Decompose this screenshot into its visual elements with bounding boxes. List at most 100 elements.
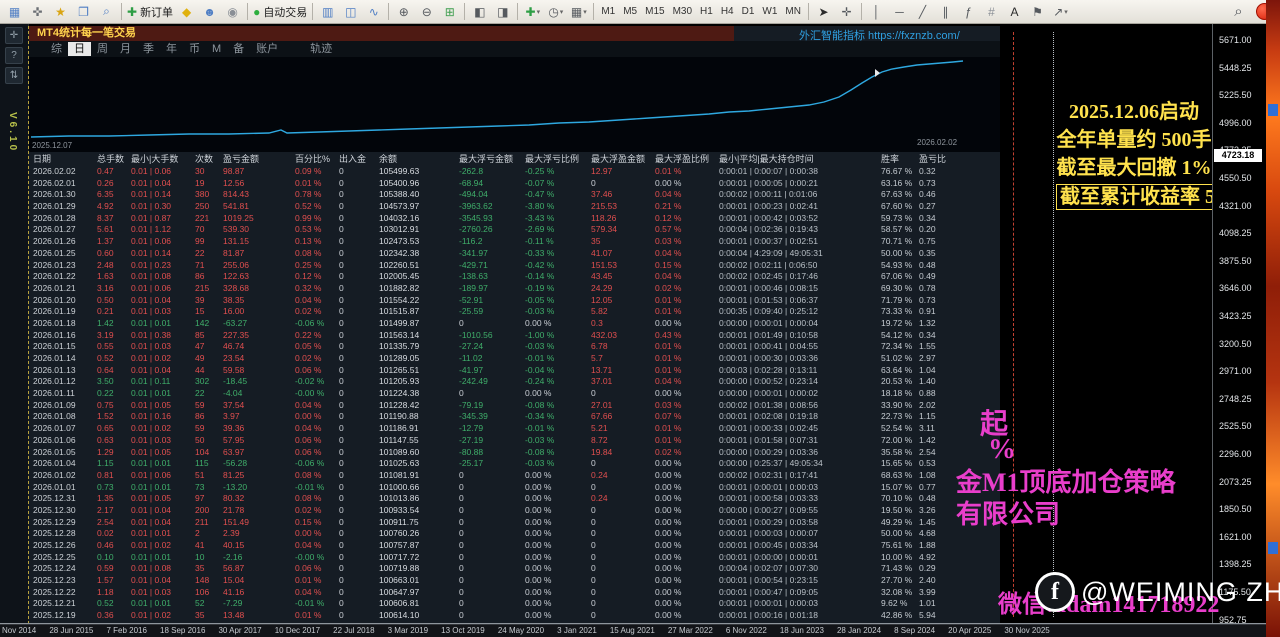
tile-windows-icon[interactable]: ⊞: [438, 2, 461, 22]
cell: -494.04: [459, 189, 525, 201]
chart-profiles-icon[interactable]: ✜: [26, 2, 49, 22]
templates-menu-button[interactable]: ▦▾: [567, 2, 590, 22]
autotrading-button[interactable]: ●自动交易: [251, 2, 309, 22]
alerts-icon[interactable]: ◉: [221, 2, 244, 22]
tab-轨迹[interactable]: 轨迹: [304, 42, 338, 56]
cell: 100614.10: [379, 610, 459, 622]
cell: 380: [195, 189, 223, 201]
cell: -0.24 %: [525, 376, 591, 388]
arrows-tool-button[interactable]: ↗▾: [1049, 2, 1072, 22]
cell: 0.78: [919, 283, 959, 295]
cell: 35: [195, 610, 223, 622]
chart-marker-icon: [875, 69, 880, 77]
fibonacci-tool-icon[interactable]: ƒ: [957, 2, 980, 22]
cell: 44: [195, 365, 223, 377]
data-window-icon[interactable]: ⌕: [95, 2, 118, 22]
cell: 70.10 %: [881, 493, 919, 505]
move-panel-icon[interactable]: ✛: [5, 27, 23, 44]
tab-币[interactable]: 币: [183, 42, 206, 56]
channel-tool-icon[interactable]: ∥: [934, 2, 957, 22]
table-row: 2026.01.294.920.01 | 0.30250541.810.52 %…: [29, 201, 1001, 213]
timeframe-w1[interactable]: W1: [758, 3, 781, 21]
cell: 5.21: [591, 423, 655, 435]
horizontal-line-tool-icon[interactable]: ─: [888, 2, 911, 22]
cell: 67.66: [591, 411, 655, 423]
line-chart-icon[interactable]: ∿: [362, 2, 385, 22]
tab-综[interactable]: 综: [45, 42, 68, 56]
tab-年[interactable]: 年: [160, 42, 183, 56]
cell: 9.62 %: [881, 598, 919, 610]
cell: 2.54: [97, 517, 131, 529]
cell: 6.35: [97, 189, 131, 201]
bar-chart-icon[interactable]: ▥: [316, 2, 339, 22]
cell: -0.03 %: [525, 435, 591, 447]
timeframe-m30[interactable]: M30: [669, 3, 696, 21]
timeframe-h4[interactable]: H4: [717, 3, 738, 21]
edge-blue-block-bottom: [1268, 542, 1278, 554]
zoom-out-icon[interactable]: ⊖: [415, 2, 438, 22]
tab-日[interactable]: 日: [68, 42, 91, 56]
cell: 102473.53: [379, 236, 459, 248]
table-row: 2026.01.213.160.01 | 0.06215328.680.32 %…: [29, 283, 1001, 295]
grid-tool-icon[interactable]: #: [980, 2, 1003, 22]
cell: 0.00 %: [655, 517, 719, 529]
new-order-button[interactable]: ✚新订单: [125, 2, 175, 22]
timeframe-m1[interactable]: M1: [597, 3, 619, 21]
collapse-icon[interactable]: ⇅: [5, 67, 23, 84]
time-axis-label: 24 May 2020: [498, 626, 544, 635]
cell: 0: [339, 306, 379, 318]
cell: 0: [339, 178, 379, 190]
cell: 0.00 %: [525, 470, 591, 482]
arrange-right-icon[interactable]: ◨: [491, 2, 514, 22]
column-header: 余额: [379, 152, 459, 166]
tab-月[interactable]: 月: [114, 42, 137, 56]
cell: -0.03 %: [525, 306, 591, 318]
cell: 131.15: [223, 236, 295, 248]
zoom-in-icon[interactable]: ⊕: [392, 2, 415, 22]
cell: 101554.22: [379, 295, 459, 307]
trendline-tool-icon[interactable]: ╱: [911, 2, 934, 22]
label-tool-icon[interactable]: ⚑: [1026, 2, 1049, 22]
crosshair-tool-icon[interactable]: ✛: [835, 2, 858, 22]
price-axis[interactable]: 4723.18 5671.005448.255225.504996.004773…: [1212, 24, 1266, 624]
navigator-window-icon[interactable]: ❐: [72, 2, 95, 22]
timeframe-h1[interactable]: H1: [696, 3, 717, 21]
search-icon[interactable]: ⌕: [1227, 2, 1250, 22]
vertical-line-tool-icon[interactable]: │: [865, 2, 888, 22]
cell: 0.00 %: [655, 528, 719, 540]
tab-备[interactable]: 备: [227, 42, 250, 56]
time-axis[interactable]: Nov 201428 Jun 20157 Feb 201618 Sep 2016…: [0, 624, 1266, 637]
timeframe-m15[interactable]: M15: [641, 3, 668, 21]
cell: 101147.55: [379, 435, 459, 447]
cell: 0: [339, 493, 379, 505]
favorites-icon[interactable]: ★: [49, 2, 72, 22]
cell: 0.00 %: [655, 388, 719, 400]
timeframe-m5[interactable]: M5: [619, 3, 641, 21]
tab-账户[interactable]: 账户: [250, 42, 284, 56]
cell: 0: [339, 376, 379, 388]
help-icon[interactable]: ?: [5, 47, 23, 64]
tab-周[interactable]: 周: [91, 42, 114, 56]
cell: 99: [195, 236, 223, 248]
text-tool-icon[interactable]: A: [1003, 2, 1026, 22]
indicator-diamond-icon[interactable]: ◆: [175, 2, 198, 22]
indicators-menu-button[interactable]: ✚▾: [521, 2, 544, 22]
cell: 75.61 %: [881, 540, 919, 552]
cell: 2026.02.02: [33, 166, 97, 178]
cell: 0:00:01 | 0:00:41 | 0:04:55: [719, 341, 881, 353]
cell: 0.32 %: [295, 283, 339, 295]
cell: 0:00:01 | 0:00:00 | 0:00:01: [719, 552, 881, 564]
arrange-left-icon[interactable]: ◧: [468, 2, 491, 22]
new-chart-icon[interactable]: ▦: [3, 2, 26, 22]
price-tick: 3875.50: [1219, 256, 1252, 266]
timeframe-mn[interactable]: MN: [781, 3, 805, 21]
periods-menu-button[interactable]: ◷▾: [544, 2, 567, 22]
accounts-icon[interactable]: ☻: [198, 2, 221, 22]
equity-curve-chart[interactable]: 2025.12.07 2026.02.02: [29, 57, 1001, 152]
timeframe-d1[interactable]: D1: [738, 3, 759, 21]
cursor-tool-icon[interactable]: ➤: [812, 2, 835, 22]
candlestick-chart-icon[interactable]: ◫: [339, 2, 362, 22]
tab-M[interactable]: M: [206, 42, 227, 56]
table-row: 2026.01.221.630.01 | 0.0886122.630.12 %0…: [29, 271, 1001, 283]
tab-季[interactable]: 季: [137, 42, 160, 56]
